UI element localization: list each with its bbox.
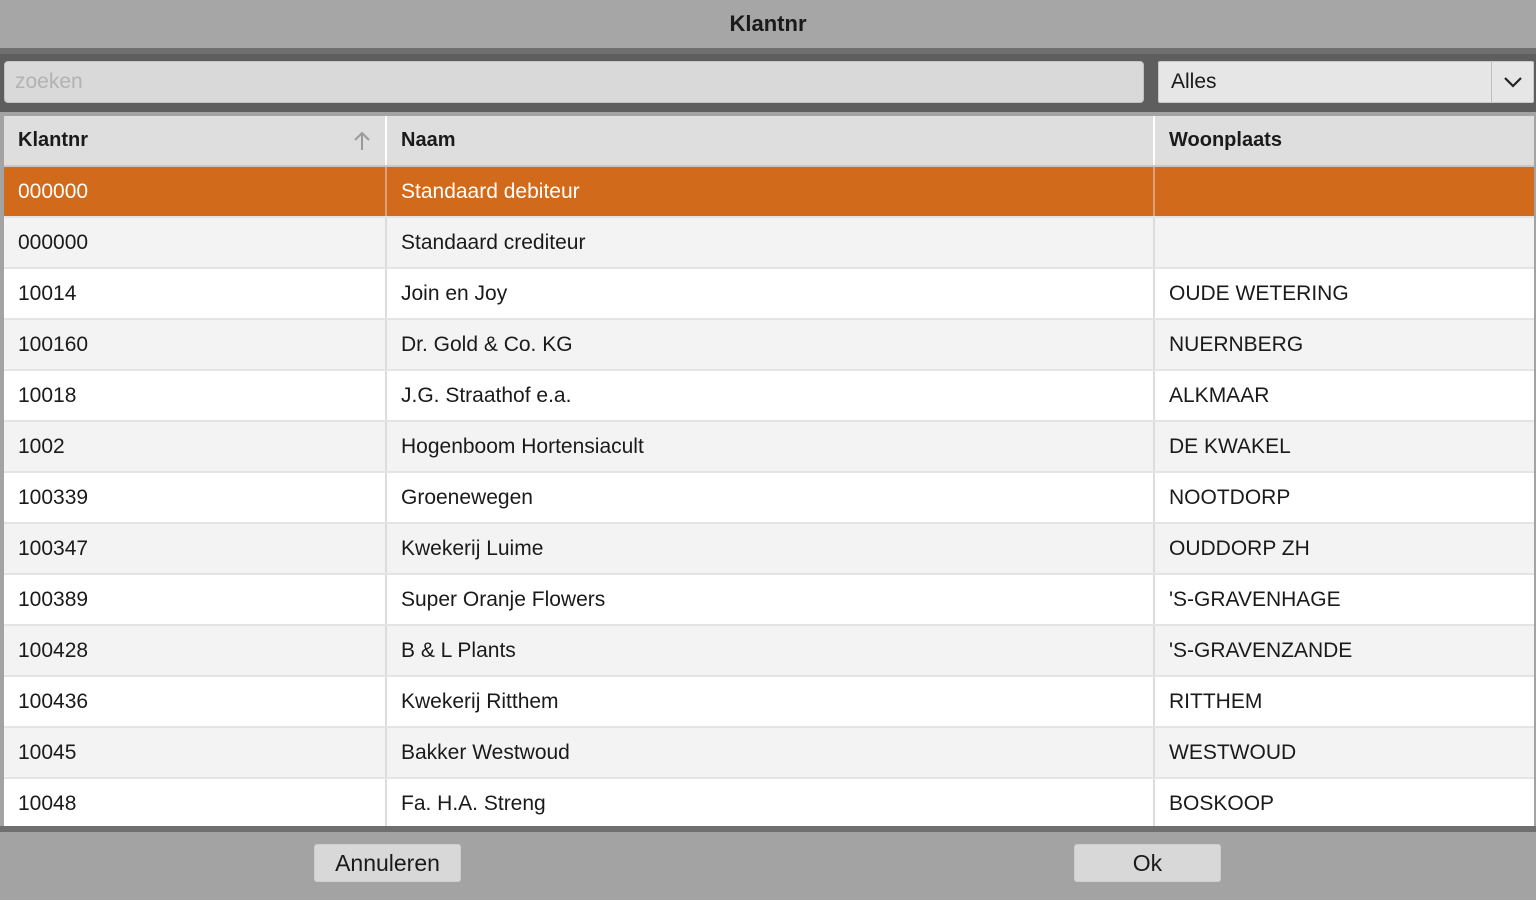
cell-woonplaats	[1154, 217, 1534, 269]
table-row[interactable]: 000000 Standaard debiteur	[4, 166, 1534, 218]
cell-klantnr: 000000	[4, 166, 387, 218]
cell-klantnr: 10045	[4, 727, 387, 779]
table-row[interactable]: 10018 J.G. Straathof e.a. ALKMAAR	[4, 370, 1534, 422]
cell-woonplaats: NUERNBERG	[1154, 319, 1534, 371]
cell-naam: Dr. Gold & Co. KG	[386, 319, 1155, 371]
column-header-woonplaats[interactable]: Woonplaats	[1154, 116, 1534, 167]
cell-klantnr: 1002	[4, 421, 387, 473]
table-row[interactable]: 10045 Bakker Westwoud WESTWOUD	[4, 727, 1534, 779]
cell-woonplaats	[1154, 166, 1534, 218]
cell-woonplaats: 'S-GRAVENHAGE	[1154, 574, 1534, 626]
cell-naam: Standaard crediteur	[386, 217, 1155, 269]
column-header-label: Klantnr	[18, 129, 88, 151]
ok-button[interactable]: Ok	[1074, 844, 1221, 882]
cell-woonplaats: RITTHEM	[1154, 676, 1534, 728]
table-row[interactable]: 100339 Groenewegen NOOTDORP	[4, 472, 1534, 524]
table-row[interactable]: 100160 Dr. Gold & Co. KG NUERNBERG	[4, 319, 1534, 371]
cell-klantnr: 100347	[4, 523, 387, 575]
sort-ascending-icon[interactable]	[351, 130, 373, 152]
cell-klantnr: 000000	[4, 217, 387, 269]
table-row[interactable]: 100436 Kwekerij Ritthem RITTHEM	[4, 676, 1534, 728]
cell-naam: Super Oranje Flowers	[386, 574, 1155, 626]
table-row[interactable]: 000000 Standaard crediteur	[4, 217, 1534, 269]
cell-naam: J.G. Straathof e.a.	[386, 370, 1155, 422]
filter-dropdown[interactable]: Alles	[1158, 61, 1534, 103]
dialog-title: Klantnr	[0, 0, 1536, 48]
table-row[interactable]: 10014 Join en Joy OUDE WETERING	[4, 268, 1534, 320]
cell-naam: B & L Plants	[386, 625, 1155, 677]
cell-woonplaats: BOSKOOP	[1154, 778, 1534, 826]
cell-klantnr: 100436	[4, 676, 387, 728]
column-header-naam[interactable]: Naam	[386, 116, 1155, 167]
chevron-down-icon[interactable]	[1491, 62, 1533, 102]
cell-naam: Join en Joy	[386, 268, 1155, 320]
cell-naam: Kwekerij Luime	[386, 523, 1155, 575]
cell-naam: Kwekerij Ritthem	[386, 676, 1155, 728]
cell-klantnr: 100389	[4, 574, 387, 626]
cell-woonplaats: 'S-GRAVENZANDE	[1154, 625, 1534, 677]
column-header-label: Naam	[401, 129, 456, 151]
cell-klantnr: 10018	[4, 370, 387, 422]
filter-selected-value: Alles	[1171, 70, 1217, 93]
cell-woonplaats: NOOTDORP	[1154, 472, 1534, 524]
cell-klantnr: 100160	[4, 319, 387, 371]
cell-woonplaats: OUDDORP ZH	[1154, 523, 1534, 575]
cell-woonplaats: ALKMAAR	[1154, 370, 1534, 422]
cell-klantnr: 100339	[4, 472, 387, 524]
dialog-footer: Annuleren Ok	[0, 832, 1536, 900]
search-input[interactable]	[4, 61, 1144, 103]
customer-table: Klantnr Naam Woonplaats 000000 Standaard …	[4, 116, 1534, 826]
table-row[interactable]: 1002 Hogenboom Hortensiacult DE KWAKEL	[4, 421, 1534, 473]
cell-klantnr: 100428	[4, 625, 387, 677]
column-header-label: Woonplaats	[1169, 129, 1282, 151]
cell-naam: Hogenboom Hortensiacult	[386, 421, 1155, 473]
cell-woonplaats: WESTWOUD	[1154, 727, 1534, 779]
search-bar: Alles	[0, 54, 1536, 112]
table-header-row: Klantnr Naam Woonplaats	[4, 116, 1534, 167]
cancel-button[interactable]: Annuleren	[314, 844, 461, 882]
cell-naam: Groenewegen	[386, 472, 1155, 524]
cell-woonplaats: DE KWAKEL	[1154, 421, 1534, 473]
cell-klantnr: 10048	[4, 778, 387, 826]
cell-klantnr: 10014	[4, 268, 387, 320]
cell-naam: Fa. H.A. Streng	[386, 778, 1155, 826]
cell-woonplaats: OUDE WETERING	[1154, 268, 1534, 320]
customer-picker-dialog: Klantnr Alles Klantnr	[0, 0, 1536, 900]
cell-naam: Bakker Westwoud	[386, 727, 1155, 779]
table-row[interactable]: 100347 Kwekerij Luime OUDDORP ZH	[4, 523, 1534, 575]
cell-naam: Standaard debiteur	[386, 166, 1155, 218]
table-row[interactable]: 100428 B & L Plants 'S-GRAVENZANDE	[4, 625, 1534, 677]
table-row[interactable]: 100389 Super Oranje Flowers 'S-GRAVENHAGE	[4, 574, 1534, 626]
table-row[interactable]: 10048 Fa. H.A. Streng BOSKOOP	[4, 778, 1534, 826]
column-header-klantnr[interactable]: Klantnr	[4, 116, 387, 167]
